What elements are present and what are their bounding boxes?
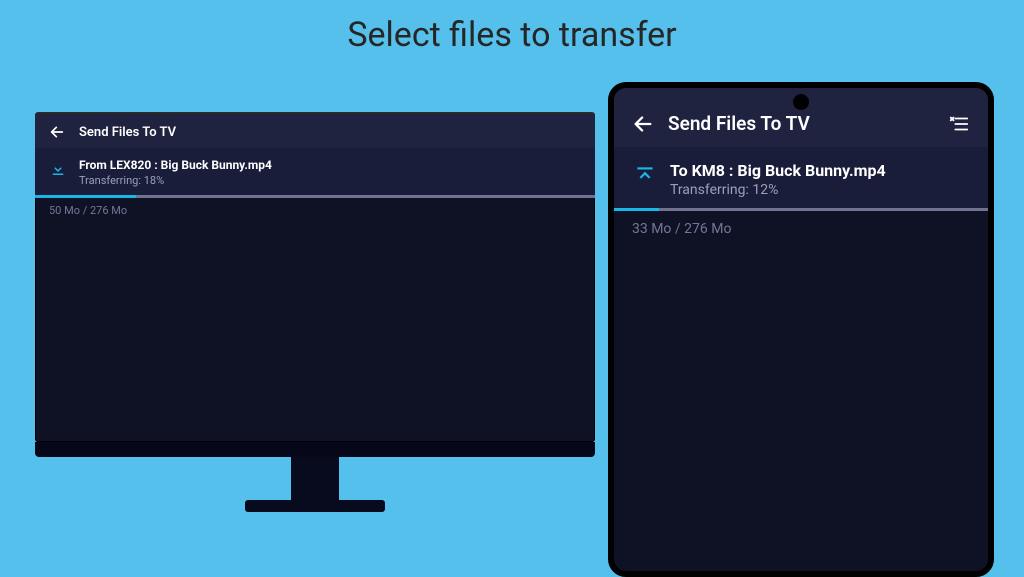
tv-stand-neck <box>291 457 339 502</box>
back-arrow-icon[interactable] <box>49 124 65 140</box>
download-icon <box>49 160 67 178</box>
tv-bezel <box>35 442 595 457</box>
phone-item-title: To KM8 : Big Buck Bunny.mp4 <box>670 161 886 180</box>
back-arrow-icon[interactable] <box>632 113 654 135</box>
tv-stand-base <box>245 500 385 512</box>
sort-icon[interactable] <box>948 113 970 135</box>
tv-transfer-row[interactable]: From LEX820 : Big Buck Bunny.mp4 Transfe… <box>35 148 595 195</box>
tv-item-status: Transferring: 18% <box>79 174 272 187</box>
phone-bytes-text: 33 Mo / 276 Mo <box>614 211 988 247</box>
tv-bytes-text: 50 Mo / 276 Mo <box>35 198 595 223</box>
tv-header-title: Send Files To TV <box>79 125 176 140</box>
page-title: Select files to transfer <box>0 15 1024 55</box>
phone-screen: Send Files To TV To KM8 : Big Buck Bunny… <box>608 82 994 577</box>
phone-progress-fill <box>614 208 659 211</box>
upload-icon <box>632 163 658 189</box>
phone-progress-bar <box>614 208 988 211</box>
phone-camera-notch <box>793 94 809 110</box>
phone-header-title: Send Files To TV <box>668 112 810 135</box>
tv-screen: Send Files To TV From LEX820 : Big Buck … <box>35 112 595 442</box>
tv-app-header: Send Files To TV <box>35 114 595 148</box>
tv-progress-bar <box>35 195 595 198</box>
phone-item-status: Transferring: 12% <box>670 182 886 198</box>
phone-transfer-row[interactable]: To KM8 : Big Buck Bunny.mp4 Transferring… <box>614 147 988 208</box>
tv-progress-fill <box>35 195 136 198</box>
tv-item-title: From LEX820 : Big Buck Bunny.mp4 <box>79 158 272 172</box>
